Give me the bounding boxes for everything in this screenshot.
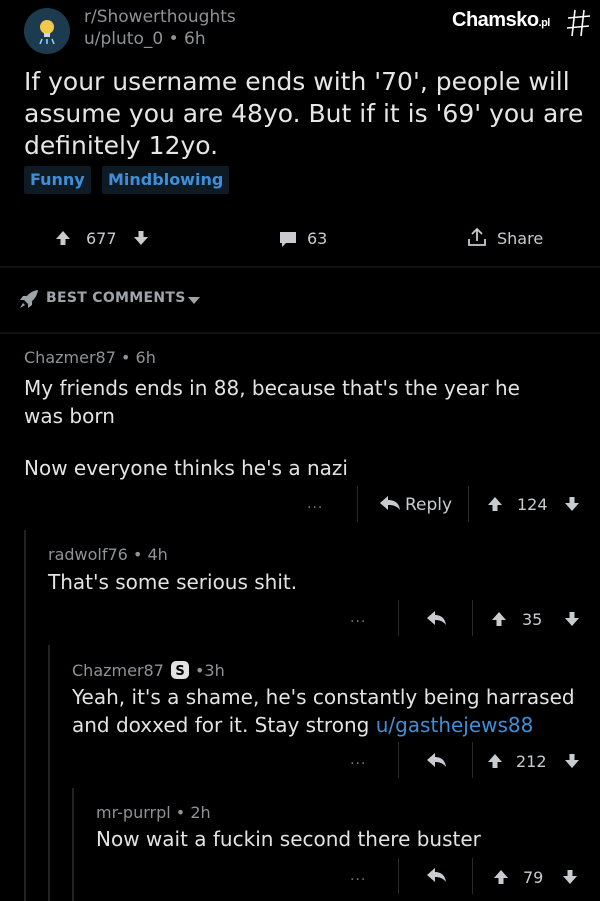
watermark-tld: .pl <box>538 17 551 29</box>
comment-time: 3h <box>204 660 225 680</box>
rocket-icon <box>20 290 38 308</box>
watermark-brand: Chamsko <box>452 9 539 31</box>
shower-icon <box>39 20 55 45</box>
comment-time: 4h <box>147 545 168 564</box>
action-separator <box>472 858 473 894</box>
comment-meta: mr-purrpl • 2h <box>96 803 211 822</box>
action-separator <box>398 600 399 636</box>
upvote-icon[interactable] <box>486 495 504 513</box>
thread-line[interactable] <box>48 645 50 901</box>
thread-line[interactable] <box>72 788 74 901</box>
subreddit-name[interactable]: r/Showerthoughts <box>84 7 236 27</box>
action-separator <box>398 858 399 894</box>
flair-funny[interactable]: Funny <box>24 166 91 194</box>
watermark-hash-icon <box>566 9 591 37</box>
more-options-button[interactable]: ... <box>307 496 323 512</box>
more-options-button[interactable]: ... <box>350 868 366 884</box>
reply-icon[interactable] <box>425 609 447 627</box>
comment-author[interactable]: Chazmer87 <box>72 661 164 680</box>
upvote-icon[interactable] <box>486 752 504 770</box>
share-icon[interactable] <box>466 226 488 248</box>
more-options-button[interactable]: ... <box>350 610 366 626</box>
reply-icon[interactable] <box>425 751 447 769</box>
flair-mindblowing[interactable]: Mindblowing <box>102 166 230 194</box>
chevron-down-icon[interactable] <box>187 296 201 305</box>
post-vote-count: 677 <box>86 229 117 248</box>
meta-separator: • <box>168 29 185 49</box>
divider <box>0 266 600 268</box>
comment-icon[interactable] <box>278 230 298 248</box>
svg-text:S: S <box>175 664 184 679</box>
action-separator <box>472 600 473 636</box>
action-separator <box>357 486 358 522</box>
downvote-icon[interactable] <box>561 868 579 886</box>
comment-score: 124 <box>517 495 548 514</box>
share-button[interactable]: Share <box>497 229 543 248</box>
thread-line[interactable] <box>24 530 26 901</box>
upvote-icon[interactable] <box>54 229 72 247</box>
user-flair-icon: S <box>170 661 189 679</box>
meta-separator: • <box>175 803 191 822</box>
upvote-icon[interactable] <box>490 610 508 628</box>
action-separator <box>468 486 469 522</box>
comment-score: 35 <box>522 610 543 629</box>
sort-label: BEST COMMENTS <box>46 290 186 306</box>
comment-time: 6h <box>135 348 156 367</box>
meta-separator: • <box>132 545 148 564</box>
post-title[interactable]: If your username ends with '70', people … <box>24 66 584 162</box>
comment-author[interactable]: radwolf76 <box>48 545 128 564</box>
action-separator <box>472 742 473 778</box>
downvote-icon[interactable] <box>563 752 581 770</box>
meta-separator: • <box>120 348 136 367</box>
reply-icon[interactable] <box>425 866 447 884</box>
comment-meta: Chazmer87 S • 3h <box>72 660 225 680</box>
post-author[interactable]: u/pluto_0 <box>84 29 163 49</box>
comment-score: 212 <box>516 752 547 771</box>
comment-author[interactable]: Chazmer87 <box>24 348 116 367</box>
reply-button[interactable]: Reply <box>405 495 452 515</box>
comment-meta: radwolf76 • 4h <box>48 545 168 564</box>
action-separator <box>398 742 399 778</box>
post-meta: u/pluto_0 • 6h <box>84 29 206 49</box>
meta-separator: • <box>189 660 205 680</box>
reply-icon[interactable] <box>378 494 402 512</box>
comment-score: 79 <box>523 868 544 887</box>
comment-body: That's some serious shit. <box>48 570 298 594</box>
comment-author[interactable]: mr-purrpl <box>96 803 171 822</box>
more-options-button[interactable]: ... <box>350 752 366 768</box>
post-comment-count: 63 <box>307 229 328 248</box>
post-time: 6h <box>184 29 206 49</box>
subreddit-icon[interactable] <box>24 8 70 54</box>
comment-body: Now wait a fuckin second there buster <box>96 827 481 851</box>
comment-meta: Chazmer87 • 6h <box>24 348 156 367</box>
downvote-icon[interactable] <box>563 495 581 513</box>
comment-body: My friends ends in 88, because that's th… <box>24 376 520 428</box>
downvote-icon[interactable] <box>132 229 150 247</box>
comment-time: 2h <box>190 803 211 822</box>
downvote-icon[interactable] <box>563 610 581 628</box>
sort-dropdown[interactable]: BEST COMMENTS <box>46 290 186 306</box>
comment-body: Yeah, it's a shame, he's constantly bein… <box>72 683 587 739</box>
comment-body-line: Now everyone thinks he's a nazi <box>24 456 348 480</box>
user-mention-link[interactable]: u/gasthejews88 <box>376 713 534 737</box>
watermark: Chamsko.pl <box>452 9 550 32</box>
divider <box>0 332 600 334</box>
upvote-icon[interactable] <box>492 868 510 886</box>
